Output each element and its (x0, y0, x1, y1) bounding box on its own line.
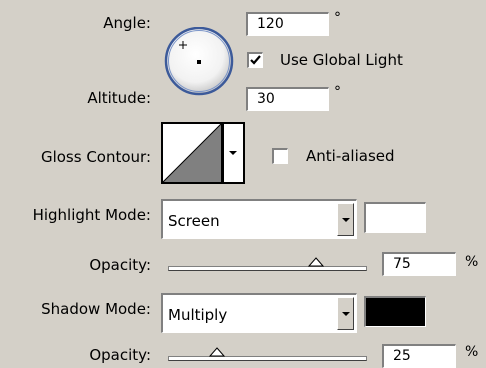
highlight-opacity-unit: % (465, 254, 479, 270)
shadow-mode-select[interactable]: Multiply (161, 293, 357, 333)
gloss-contour-label: Gloss Contour: (40, 148, 151, 166)
shadow-opacity-label: Opacity: (89, 346, 151, 364)
checkmark-icon (250, 55, 261, 65)
highlight-mode-select[interactable]: Screen (161, 199, 357, 239)
shadow-opacity-unit: % (465, 344, 479, 360)
shadow-mode-dropdown-button[interactable] (337, 297, 354, 330)
highlight-opacity-slider[interactable] (168, 266, 367, 271)
gloss-contour-dropdown-button[interactable] (223, 122, 245, 184)
shadow-mode-label: Shadow Mode: (41, 300, 151, 318)
chevron-down-icon (342, 312, 350, 316)
slider-thumb-icon[interactable] (209, 347, 226, 357)
shadow-mode-value: Multiply (168, 306, 228, 324)
chevron-down-icon (342, 218, 350, 222)
anti-aliased-checkbox[interactable] (272, 148, 288, 164)
angle-input[interactable]: 120 (246, 12, 329, 36)
angle-dial-icon[interactable] (159, 26, 243, 97)
highlight-mode-dropdown-button[interactable] (337, 203, 354, 236)
highlight-mode-value: Screen (168, 212, 220, 230)
highlight-mode-label: Highlight Mode: (32, 206, 151, 224)
shadow-color-swatch[interactable] (364, 296, 426, 327)
use-global-light-checkbox[interactable] (247, 52, 263, 68)
gloss-contour-picker[interactable] (161, 122, 246, 186)
chevron-down-icon (229, 151, 237, 155)
shadow-opacity-input[interactable]: 25 (382, 344, 456, 368)
anti-aliased-label: Anti-aliased (306, 147, 395, 165)
altitude-label: Altitude: (87, 89, 151, 107)
slider-thumb-icon[interactable] (307, 257, 324, 267)
highlight-opacity-label: Opacity: (89, 256, 151, 274)
highlight-color-swatch[interactable] (364, 202, 426, 233)
angle-unit: ° (334, 10, 341, 26)
use-global-light-label: Use Global Light (280, 51, 403, 69)
gloss-contour-icon (161, 122, 223, 184)
shadow-opacity-slider[interactable] (168, 356, 367, 361)
altitude-unit: ° (334, 84, 341, 100)
highlight-opacity-input[interactable]: 75 (382, 252, 456, 276)
altitude-input[interactable]: 30 (246, 87, 329, 111)
angle-label: Angle: (103, 14, 151, 32)
